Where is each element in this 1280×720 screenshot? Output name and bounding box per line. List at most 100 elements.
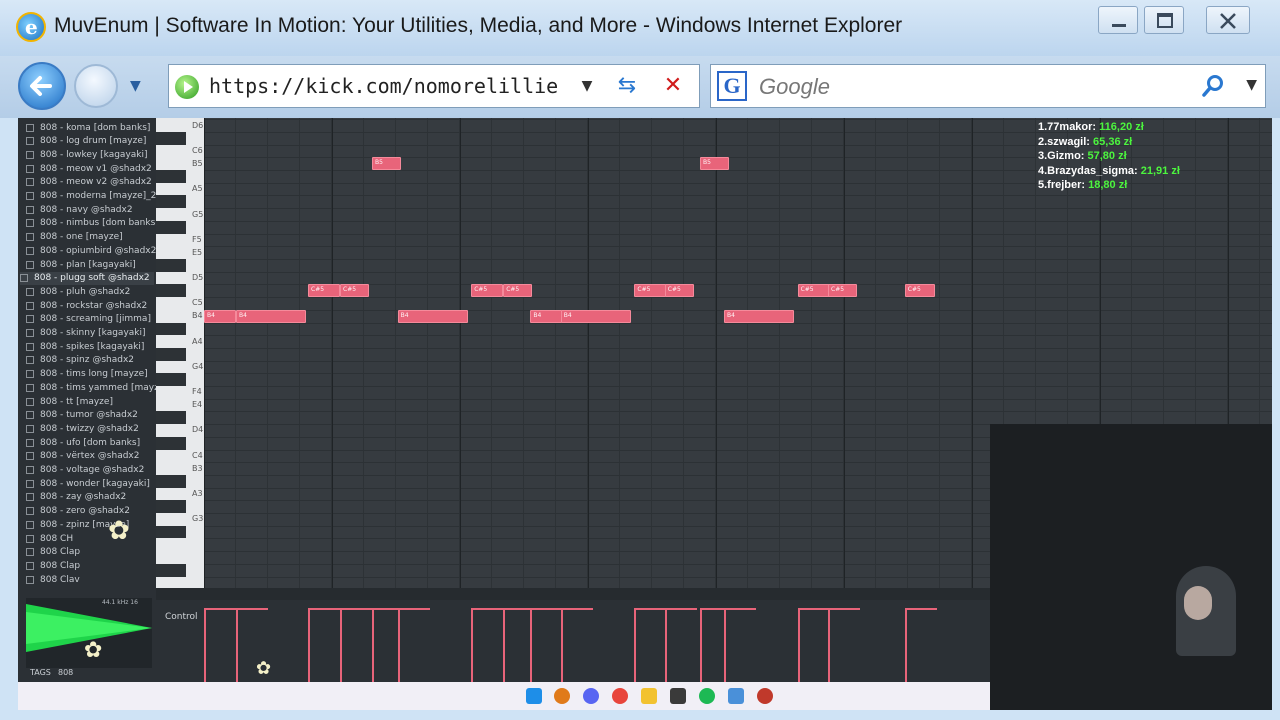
black-key[interactable] [156, 220, 186, 234]
maximize-button[interactable] [1144, 6, 1184, 34]
browser-item[interactable]: 808 - plugg soft @shadx2 [20, 271, 154, 285]
browser-item[interactable]: 808 - lowkey [kagayaki] [26, 148, 148, 161]
browser-item[interactable]: 808 - opiumbird @shadx2 [26, 244, 156, 257]
spotify-icon[interactable] [699, 688, 715, 704]
address-dropdown-icon[interactable]: ▼ [569, 69, 605, 103]
black-key[interactable] [156, 525, 186, 539]
browser-item[interactable]: 808 - screaming [jimma] [26, 313, 151, 326]
browser-item[interactable]: 808 - tims yammed [mayze] [26, 381, 156, 394]
browser-item-label: 808 - meow v1 @shadx2 [40, 163, 152, 174]
forward-arrow-icon[interactable] [74, 64, 118, 108]
browser-item[interactable]: 808 - ufo [dom banks] [26, 436, 140, 449]
note[interactable]: C#5 [471, 284, 504, 298]
black-key[interactable] [156, 411, 186, 425]
browser-item[interactable]: 808 - moderna [mayze]_2 [26, 190, 156, 203]
chrome-icon[interactable] [612, 688, 628, 704]
browser-item[interactable]: 808 - zay @shadx2 [26, 491, 126, 504]
browser-item[interactable]: 808 - spinz @shadx2 [26, 354, 134, 367]
browser-item[interactable]: 808 - tumor @shadx2 [26, 409, 138, 422]
browser-item[interactable]: 808 CH [26, 532, 73, 545]
search-box[interactable]: G Google ▼ [710, 64, 1266, 108]
black-key[interactable] [156, 284, 186, 298]
browser-item[interactable]: 808 - plan [kagayaki] [26, 258, 136, 271]
black-key[interactable] [156, 347, 186, 361]
note[interactable]: B4 [397, 309, 468, 323]
browser-item[interactable]: 808 - tims long [mayze] [26, 368, 148, 381]
browser-item[interactable]: 808 Clap [26, 559, 80, 572]
browser-item-label: 808 - log drum [mayze] [40, 136, 147, 147]
note-label: B4 [239, 311, 247, 319]
black-key[interactable] [156, 170, 186, 183]
note[interactable]: C#5 [340, 284, 369, 298]
app-icon[interactable] [757, 688, 773, 704]
browser-item[interactable]: 808 - pluh @shadx2 [26, 285, 130, 298]
browser-item[interactable]: 808 - log drum [mayze] [26, 135, 146, 148]
calculator-icon[interactable] [728, 688, 744, 704]
note[interactable]: B4 [204, 309, 236, 323]
black-key[interactable] [156, 195, 186, 209]
black-key[interactable] [156, 131, 186, 145]
camera-icon[interactable] [670, 688, 686, 704]
note[interactable]: C#5 [503, 284, 532, 298]
note[interactable]: C#5 [828, 284, 857, 298]
black-key[interactable] [156, 474, 186, 488]
black-key[interactable] [156, 436, 186, 450]
history-dropdown-icon[interactable]: ▼ [130, 78, 141, 94]
tags-label: TAGS [30, 668, 51, 677]
address-bar[interactable]: https://kick.com/nomorelillie ▼ ⇆ ✕ [168, 64, 774, 108]
browser-item[interactable]: 808 Clav [26, 573, 80, 586]
browser-item[interactable]: 808 - navy @shadx2 [26, 203, 133, 216]
note[interactable]: C#5 [664, 284, 694, 298]
note[interactable]: B4 [724, 309, 795, 323]
minimize-button[interactable] [1098, 6, 1138, 34]
browser-item[interactable]: 808 - twizzy @shadx2 [26, 422, 139, 435]
browser-item[interactable]: 808 - one [mayze] [26, 231, 123, 244]
address-input[interactable]: https://kick.com/nomorelillie [209, 74, 558, 98]
browser-item[interactable]: 808 Clap [26, 546, 80, 559]
back-arrow-icon[interactable] [18, 62, 66, 110]
key-label: G4 [192, 361, 204, 371]
note[interactable]: C#5 [308, 284, 340, 298]
note[interactable]: B5 [372, 157, 401, 171]
sample-file-icon [26, 575, 34, 584]
stop-x-icon[interactable]: ✕ [655, 69, 691, 103]
file-explorer-icon[interactable] [641, 688, 657, 704]
browser-item[interactable]: 808 - spikes [kagayaki] [26, 340, 144, 353]
piano-keyboard[interactable]: D6 C6 B5 A5 G5 F5 E5 D5 C5 B4 A4 G4 F4 E4 D4 C4 B3 A3 G3 [156, 118, 204, 588]
search-input[interactable]: Google [759, 74, 830, 100]
key-label: E4 [192, 400, 203, 410]
fl-studio-icon[interactable] [554, 688, 570, 704]
black-key[interactable] [156, 322, 186, 336]
browser-item[interactable]: 808 - nimbus [dom banks] [26, 217, 156, 230]
note[interactable]: C#5 [634, 284, 667, 298]
browser-item[interactable]: 808 - skinny [kagayaki] [26, 327, 146, 340]
black-key[interactable] [156, 373, 186, 386]
black-key[interactable] [156, 500, 186, 514]
note-label: C#5 [474, 286, 488, 294]
discord-icon[interactable] [583, 688, 599, 704]
browser-item[interactable]: 808 - wonder [kagayaki] [26, 477, 150, 490]
windows-start-icon[interactable] [526, 688, 542, 704]
close-button[interactable] [1206, 6, 1250, 34]
black-key[interactable] [156, 563, 186, 577]
browser-item[interactable]: 808 - tt [mayze] [26, 395, 113, 408]
browser-item[interactable]: 808 - koma [dom banks] [26, 121, 150, 134]
flower-sparkle-icon: ✿ [108, 516, 130, 546]
browser-item[interactable]: 808 - meow v2 @shadx2 [26, 176, 152, 189]
search-icon[interactable] [1201, 74, 1225, 102]
browser-item[interactable]: 808 - rockstar @shadx2 [26, 299, 147, 312]
note[interactable]: C#5 [797, 284, 830, 298]
sample-file-icon [26, 466, 34, 474]
note[interactable]: B4 [530, 309, 563, 323]
browser-item[interactable]: 808 - voltage @shadx2 [26, 464, 144, 477]
search-dropdown-icon[interactable]: ▼ [1246, 77, 1257, 93]
refresh-icon[interactable]: ⇆ [609, 69, 645, 103]
note[interactable]: B4 [560, 309, 632, 323]
note[interactable]: B5 [700, 157, 729, 171]
black-key[interactable] [156, 259, 186, 272]
control-label[interactable]: Control [165, 612, 198, 622]
browser-item[interactable]: 808 - meow v1 @shadx2 [26, 162, 152, 175]
note[interactable]: C#5 [904, 284, 936, 298]
note[interactable]: B4 [236, 309, 307, 323]
browser-item[interactable]: 808 - vërtex @shadx2 [26, 450, 139, 463]
